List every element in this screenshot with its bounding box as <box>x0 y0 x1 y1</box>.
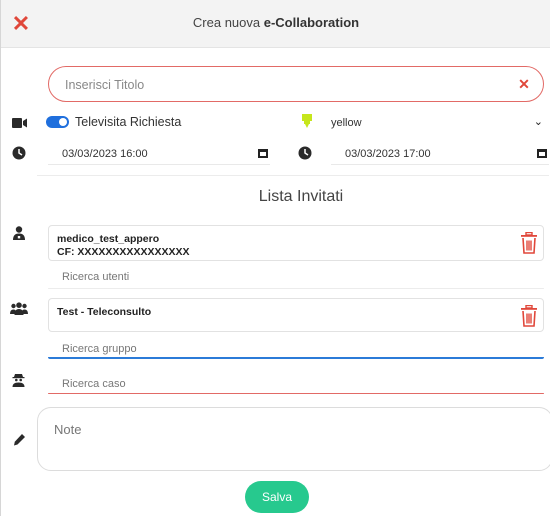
invited-user-cf: CF: XXXXXXXXXXXXXXXX <box>57 246 190 258</box>
color-select-value: yellow <box>331 117 362 129</box>
user-search-underline <box>48 288 544 289</box>
chevron-down-icon: ⌄ <box>533 116 543 128</box>
clock-icon <box>12 146 26 160</box>
invited-group-name: Test - Teleconsulto <box>57 306 152 318</box>
trash-icon[interactable] <box>520 232 538 254</box>
save-button[interactable]: Salva <box>245 481 309 513</box>
dialog-title: Crea nuova e-Collaboration <box>1 15 550 30</box>
title-field: ✕ <box>48 66 544 102</box>
divider <box>37 175 549 176</box>
clock-icon <box>298 146 312 160</box>
televisit-toggle[interactable] <box>46 116 69 128</box>
dialog-header: ✕ Crea nuova e-Collaboration <box>1 0 550 48</box>
toggle-knob <box>59 118 67 126</box>
calendar-icon[interactable] <box>258 149 268 158</box>
notes-field <box>37 407 550 471</box>
marker-icon <box>302 114 312 128</box>
end-datetime-value: 03/03/2023 17:00 <box>345 148 431 160</box>
clear-icon[interactable]: ✕ <box>515 75 533 93</box>
users-group-icon <box>10 302 28 315</box>
start-datetime-value: 03/03/2023 16:00 <box>62 148 148 160</box>
end-datetime-field[interactable]: 03/03/2023 17:00 <box>331 145 549 165</box>
case-search-underline <box>48 393 544 394</box>
video-camera-icon <box>12 118 27 128</box>
notes-textarea[interactable] <box>54 422 534 462</box>
calendar-icon[interactable] <box>537 149 547 158</box>
dialog: ✕ Crea nuova e-Collaboration ✕ Televisit… <box>0 0 550 516</box>
user-doctor-icon <box>13 226 25 240</box>
pencil-icon <box>14 434 25 446</box>
group-search-underline <box>48 357 544 359</box>
invitati-section-title: Lista Invitati <box>258 188 344 205</box>
trash-icon[interactable] <box>520 305 538 327</box>
start-datetime-field[interactable]: 03/03/2023 16:00 <box>48 145 270 165</box>
invited-group-card: Test - Teleconsulto <box>48 298 544 332</box>
user-secret-icon <box>12 374 25 387</box>
user-search-input[interactable] <box>48 265 544 289</box>
color-select[interactable]: yellow ⌄ <box>331 115 545 133</box>
invited-user-card: medico_test_appero CF: XXXXXXXXXXXXXXXX <box>48 225 544 261</box>
televisit-label: Televisita Richiesta <box>75 115 182 129</box>
title-input[interactable] <box>65 75 505 95</box>
dialog-title-bold: e-Collaboration <box>263 15 360 30</box>
dialog-title-prefix: Crea nuova <box>192 15 264 30</box>
invited-user-name: medico_test_appero <box>57 233 160 245</box>
